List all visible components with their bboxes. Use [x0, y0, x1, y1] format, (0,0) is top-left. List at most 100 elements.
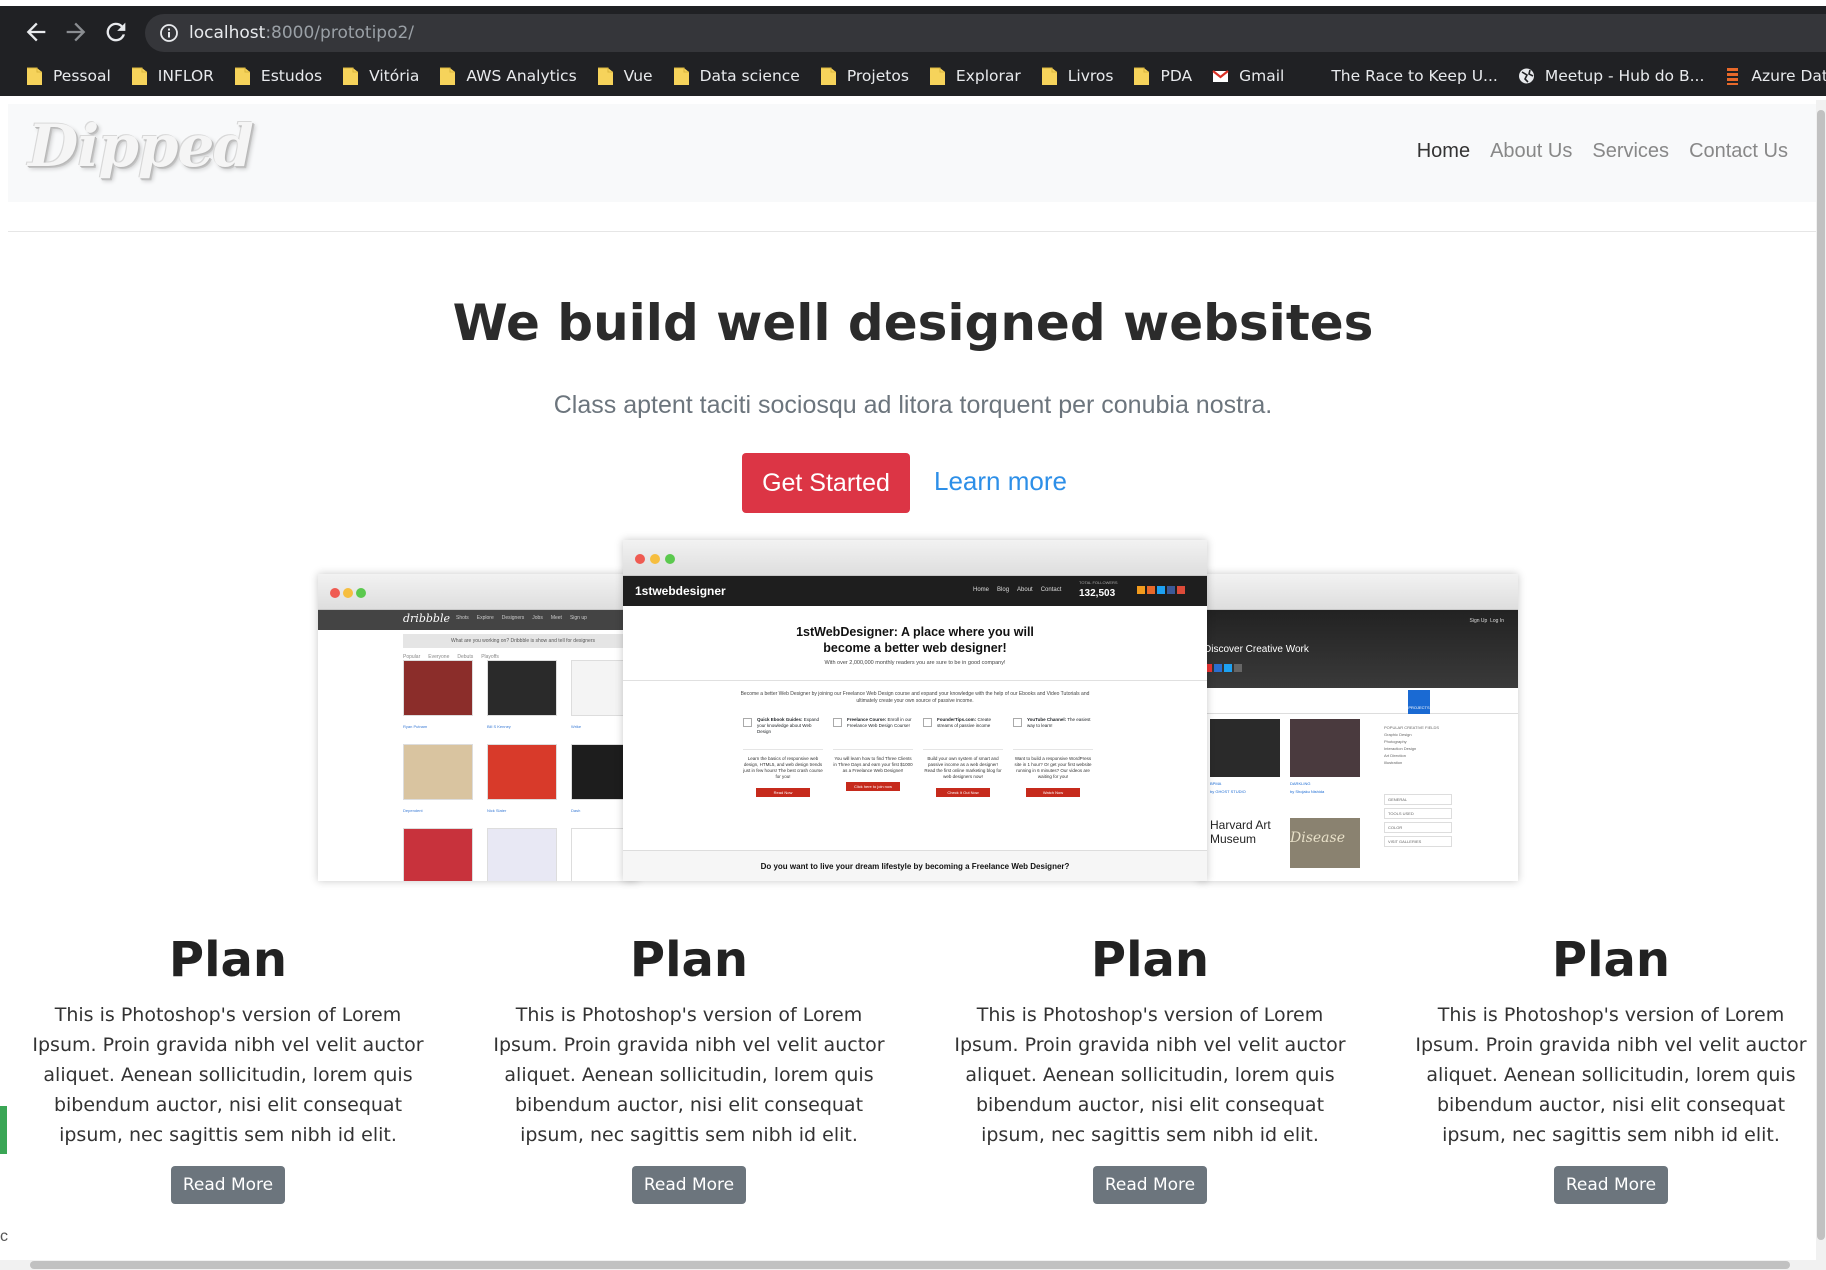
read-more-button[interactable]: Read More: [631, 1166, 747, 1204]
mockup-feature-cta: Click here to join now: [846, 782, 900, 791]
behance-sidebar-item: POPULAR CREATIVE FIELDS: [1384, 725, 1440, 730]
read-more-button[interactable]: Read More: [1553, 1166, 1669, 1204]
plan-text: This is Photoshop's version of Lorem Ips…: [954, 1004, 1346, 1146]
bookmark-item[interactable]: Azure Data Week -...: [1724, 60, 1826, 92]
bookmark-label: Projetos: [846, 67, 909, 85]
mockup-footer-line: Do you want to live your dream lifestyle…: [623, 850, 1207, 881]
mockup-logo: 1stwebdesigner: [635, 584, 726, 598]
dribbble-logo: dribbble: [403, 612, 450, 625]
mockup-feature: FounderTips.com: Create streams of passi…: [923, 717, 1003, 797]
mockup-feature-head: Quick Ebook Guides: Expand your knowledg…: [743, 717, 823, 739]
mockup-behance: Sign Up Log In Discover Creative Work PR…: [1198, 574, 1518, 881]
behance-tile-image: [1290, 719, 1360, 777]
dribbble-shot: [487, 744, 557, 800]
dribbble-nav-item: Jobs: [532, 615, 543, 621]
mockup-feature-title: YouTube Channel:: [1027, 717, 1067, 722]
url-text[interactable]: localhost:8000/prototipo2/: [189, 23, 414, 43]
mockup-feature-body: Want to build a responsive WordPress sit…: [1013, 749, 1093, 780]
mockup-tagline: With over 2,000,000 monthly readers you …: [824, 660, 1006, 666]
mockup-feature: Quick Ebook Guides: Expand your knowledg…: [743, 717, 823, 797]
behance-heading: Discover Creative Work: [1204, 644, 1309, 655]
nav-services[interactable]: Services: [1592, 140, 1669, 163]
bookmark-item[interactable]: Projetos: [820, 60, 909, 92]
plan-text: This is Photoshop's version of Lorem Ips…: [493, 1004, 885, 1146]
learn-more-link[interactable]: Learn more: [934, 466, 1067, 497]
read-more-button[interactable]: Read More: [170, 1166, 286, 1204]
bookmark-label: Explorar: [955, 67, 1021, 85]
behance-signup: Sign Up: [1469, 618, 1488, 624]
mockup-feature-head: YouTube Channel: The easiest way to lear…: [1013, 717, 1093, 739]
mockup-feature-title: Quick Ebook Guides:: [757, 717, 803, 722]
mockup-nav: Home Blog About Contact: [973, 587, 1069, 593]
mockup-feature-body: Learn the basics of responsive web desig…: [743, 749, 823, 780]
dribbble-nav-item: Meet: [550, 615, 562, 621]
folder-icon: [929, 66, 946, 86]
plan-text: This is Photoshop's version of Lorem Ips…: [1415, 1004, 1807, 1146]
bookmark-item[interactable]: The Race to Keep U...: [1304, 60, 1498, 92]
read-more-button[interactable]: Read More: [1092, 1166, 1208, 1204]
get-started-button[interactable]: Get Started: [742, 453, 910, 513]
dribbble-shot: [487, 660, 557, 716]
mockup-features: Quick Ebook Guides: Expand your knowledg…: [623, 705, 1207, 797]
mockup-dribbble: dribbble Shots Explore Designers Jobs Meet Si…: [318, 574, 638, 881]
info-icon[interactable]: [159, 23, 179, 43]
mockup-feature-cta: Read Now: [756, 788, 810, 797]
edge-glyph: c: [0, 1228, 8, 1245]
behance-tile-by: by Shojaku Nishida: [1290, 789, 1325, 794]
divider: [8, 231, 1818, 232]
mockup-feature-cta: Watch Now: [1026, 788, 1080, 797]
followers-label: TOTAL FOLLOWERS: [1079, 580, 1118, 585]
globe-icon: [1518, 66, 1535, 86]
dribbble-author: Nick Slater: [487, 808, 507, 813]
bookmark-item[interactable]: Pessoal: [26, 60, 111, 92]
vertical-scrollbar-thumb[interactable]: [1817, 110, 1825, 1240]
nav-about-us[interactable]: About Us: [1490, 140, 1572, 163]
bookmark-item[interactable]: Data science: [673, 60, 800, 92]
maximize-dot-icon: [356, 588, 366, 598]
nav-home[interactable]: Home: [1417, 140, 1470, 163]
bookmark-item[interactable]: Estudos: [234, 60, 322, 92]
mockup-feature-body: You will learn how to find Three Clients…: [833, 749, 913, 774]
bookmark-item[interactable]: PDA: [1133, 60, 1192, 92]
bookmark-item[interactable]: AWS Analytics: [439, 60, 577, 92]
back-arrow-icon[interactable]: [22, 18, 50, 46]
bookmark-item[interactable]: INFLOR: [131, 60, 214, 92]
hero-subtitle: Class aptent taciti sociosqu ad litora t…: [553, 391, 1273, 419]
bookmark-item[interactable]: Explorar: [929, 60, 1021, 92]
brand-logo[interactable]: Dipped: [28, 112, 254, 180]
plan-column: Plan This is Photoshop's version of Lorem…: [942, 932, 1358, 1204]
mockup-feature-head: FounderTips.com: Create streams of passi…: [923, 717, 1003, 739]
forward-arrow-icon[interactable]: [62, 18, 90, 46]
reload-icon[interactable]: [102, 18, 130, 46]
mockup-feature-head: Freelance Course: Enroll in our Freelanc…: [833, 717, 913, 739]
behance-tile-by: by GHOST STUDIO: [1210, 789, 1246, 794]
bookmark-label: INFLOR: [157, 67, 214, 85]
bookmark-item[interactable]: Livros: [1041, 60, 1113, 92]
plan-text: This is Photoshop's version of Lorem Ips…: [32, 1004, 424, 1146]
behance-sidebar-item: Interaction Design: [1384, 746, 1417, 751]
dribbble-nav-item: Explore: [476, 615, 494, 621]
plan-title: Plan: [168, 932, 288, 988]
bookmark-label: Meetup - Hub do B...: [1544, 67, 1705, 85]
bookmark-item[interactable]: Gmail: [1212, 60, 1284, 92]
dribbble-nav-item: Sign up: [569, 615, 587, 621]
mockup-feature-body: Build your own system of smart and passi…: [923, 749, 1003, 780]
address-bar[interactable]: localhost:8000/prototipo2/: [145, 14, 1826, 52]
bookmark-item[interactable]: Meetup - Hub do B...: [1518, 60, 1705, 92]
bookmark-item[interactable]: Vitória: [342, 60, 419, 92]
behance-filters: GENERAL TOOLS USED COLOR VISIT GALLERIES: [1384, 794, 1504, 847]
edge-marker: [0, 1106, 7, 1154]
folder-icon: [597, 66, 614, 86]
bookmark-label: Pessoal: [53, 67, 111, 85]
behance-social-icons: [1204, 664, 1242, 672]
horizontal-scrollbar-thumb[interactable]: [30, 1261, 1790, 1269]
behance-tile-image: [1210, 719, 1280, 777]
dribbble-nav-item: Designers: [501, 615, 525, 621]
mockup-feature-title: Freelance Course:: [847, 717, 887, 722]
plan-title: Plan: [1551, 932, 1671, 988]
bookmark-item[interactable]: Vue: [597, 60, 653, 92]
mockup-nav-item: Contact: [1040, 587, 1062, 593]
behance-tile-title: DARKLING: [1290, 781, 1311, 786]
bookmark-label: Estudos: [260, 67, 323, 85]
nav-contact-us[interactable]: Contact Us: [1689, 140, 1788, 163]
